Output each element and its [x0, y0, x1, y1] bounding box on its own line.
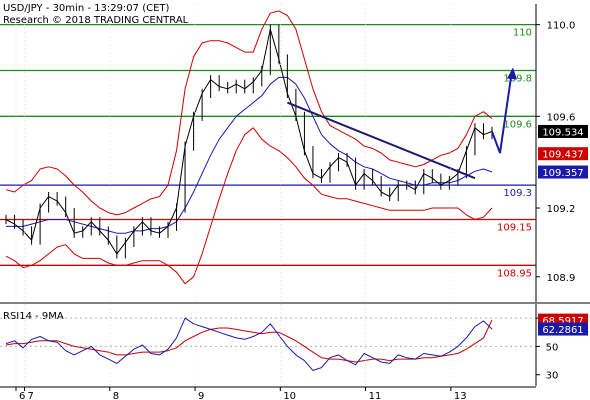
rsi-boxes: 68.591762.2861 — [538, 313, 588, 336]
chart-title: USD/JPY - 30min - 13:29:07 (CET) — [3, 3, 170, 14]
x-tick-label: 13 — [454, 391, 467, 400]
x-tick-label: 8 — [113, 391, 119, 400]
level-label-109.6: 109.6 — [503, 119, 532, 130]
rsi-title: RSI14 - 9MA — [3, 311, 64, 322]
price-tick-label: 110.0 — [547, 21, 576, 32]
price-box-label: 109.357 — [542, 168, 583, 179]
level-label-110: 110 — [513, 28, 532, 39]
x-tick-label: 10 — [283, 391, 296, 400]
rsi-box-label: 62.2861 — [542, 325, 583, 336]
price-tick-label: 109.2 — [547, 204, 576, 215]
level-label-109.3: 109.3 — [503, 188, 532, 199]
x-tick-label: 9 — [198, 391, 204, 400]
level-label-108.95: 108.95 — [497, 268, 532, 279]
rsi-tick-label: 50 — [546, 342, 559, 353]
price-tick-label: 108.9 — [547, 273, 576, 284]
x-tick-label: 11 — [369, 391, 382, 400]
x-tick-label: 7 — [28, 391, 34, 400]
x-tick-label: 6 — [19, 391, 25, 400]
level-label-109.15: 109.15 — [497, 222, 532, 233]
rsi-tick-label: 30 — [546, 371, 559, 382]
price-box-label: 109.534 — [542, 127, 583, 138]
price-tick-label: 109.6 — [547, 112, 576, 123]
level-label-109.8: 109.8 — [503, 73, 532, 84]
chart-canvas: USD/JPY - 30min - 13:29:07 (CET) Researc… — [0, 0, 590, 400]
price-box-label: 109.437 — [542, 150, 583, 161]
price-boxes: 109.534 109.437 109.357 — [538, 124, 588, 179]
